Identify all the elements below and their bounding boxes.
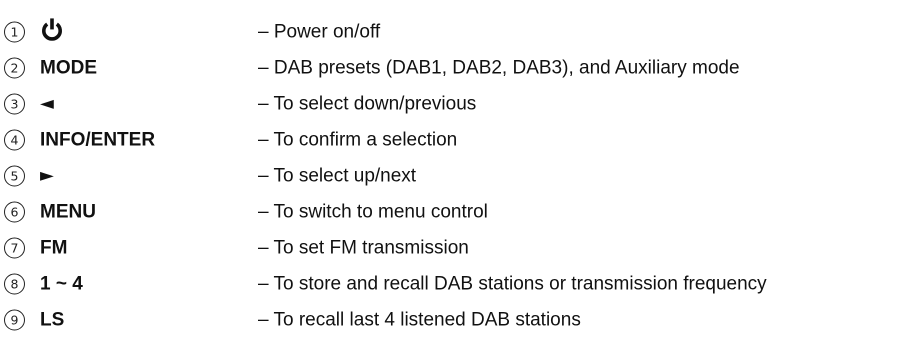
legend-row-previous: 3 ◄ – To select down/previous (0, 86, 915, 122)
item-description: – To select up/next (258, 165, 417, 187)
left-arrow-icon: ◄ (40, 93, 54, 114)
key-label: LS (40, 309, 65, 331)
item-number: 4 (4, 129, 25, 151)
item-description: – To select down/previous (258, 93, 477, 115)
legend-row-fm: 7 FM – To set FM transmission (0, 230, 915, 266)
legend-row-next: 5 ► – To select up/next (0, 158, 915, 194)
legend-row-presets: 8 1 ~ 4 – To store and recall DAB statio… (0, 266, 915, 302)
key-label: MENU (40, 201, 96, 223)
item-number: 9 (4, 309, 25, 331)
legend-row-info-enter: 4 INFO/ENTER – To confirm a selection (0, 122, 915, 158)
item-number: 2 (4, 57, 25, 79)
item-description: – DAB presets (DAB1, DAB2, DAB3), and Au… (258, 57, 740, 79)
right-arrow-icon: ► (40, 165, 54, 186)
item-number: 6 (4, 201, 25, 223)
item-number: 1 (4, 21, 25, 43)
item-description: – To store and recall DAB stations or tr… (258, 273, 767, 295)
item-description: – Power on/off (258, 21, 381, 43)
item-description: – To set FM transmission (258, 237, 469, 259)
legend-row-menu: 6 MENU – To switch to menu control (0, 194, 915, 230)
item-description: – To confirm a selection (258, 129, 458, 151)
key-label: MODE (40, 57, 97, 79)
key-label: 1 ~ 4 (40, 273, 83, 295)
button-legend: 1 – Power on/off 2 MODE – DAB presets (D… (0, 0, 915, 363)
legend-row-power: 1 – Power on/off (0, 14, 915, 50)
key-label: INFO/ENTER (40, 129, 156, 151)
item-number: 3 (4, 93, 25, 115)
item-number: 8 (4, 273, 25, 295)
item-number: 5 (4, 165, 25, 187)
item-description: – To switch to menu control (258, 201, 488, 223)
legend-row-mode: 2 MODE – DAB presets (DAB1, DAB2, DAB3),… (0, 50, 915, 86)
item-number: 7 (4, 237, 25, 259)
legend-row-ls: 9 LS – To recall last 4 listened DAB sta… (0, 302, 915, 338)
power-icon (42, 18, 62, 41)
key-label: FM (40, 237, 68, 259)
item-description: – To recall last 4 listened DAB stations (258, 309, 581, 331)
